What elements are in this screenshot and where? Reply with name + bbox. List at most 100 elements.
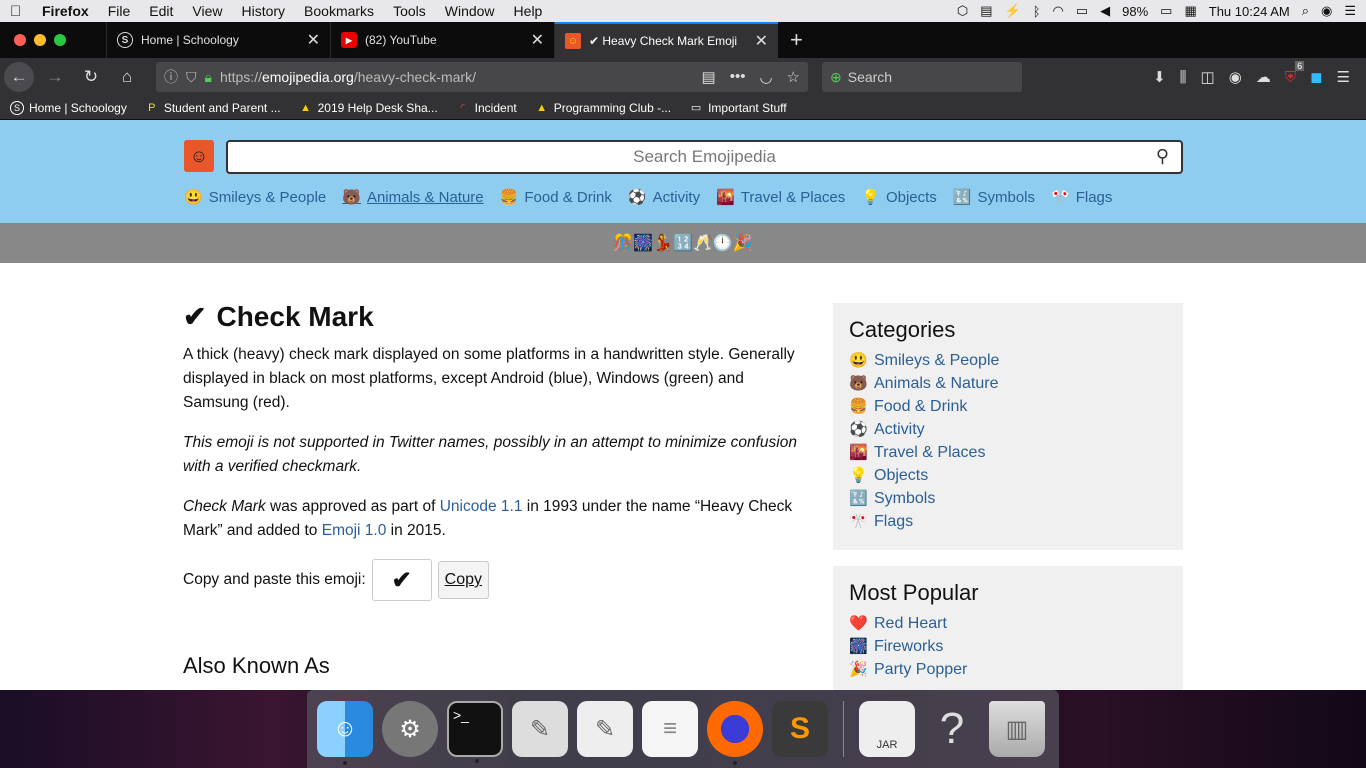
finder-icon[interactable]: ☺ bbox=[317, 701, 373, 765]
category-link[interactable]: Animals & Nature bbox=[874, 372, 999, 395]
tab-youtube[interactable]: ▶ (82) YouTube ✕ bbox=[330, 22, 554, 58]
menu-history[interactable]: History bbox=[241, 3, 285, 19]
url-bar[interactable]: ⓘ ⛉ 🔒︎ https://emojipedia.org/heavy-chec… bbox=[156, 62, 808, 92]
close-tab-icon[interactable]: ✕ bbox=[531, 30, 544, 50]
menu-bookmarks[interactable]: Bookmarks bbox=[304, 3, 374, 19]
bookmark-item[interactable]: ▲ Programming Club -... bbox=[535, 101, 671, 115]
category-item[interactable]: 💡 Objects bbox=[849, 464, 1167, 487]
category-link[interactable]: Activity bbox=[874, 418, 925, 441]
menu-window[interactable]: Window bbox=[445, 3, 495, 19]
category-link[interactable]: Symbols bbox=[874, 487, 935, 510]
pocket-icon[interactable]: ◡ bbox=[759, 68, 772, 86]
new-tab-button[interactable]: + bbox=[778, 22, 815, 58]
bluetooth-icon[interactable]: ᛒ bbox=[1033, 4, 1041, 19]
script-editor-icon[interactable]: ✎ bbox=[512, 701, 568, 757]
site-search-input[interactable]: Search Emojipedia ⚲ bbox=[226, 140, 1183, 174]
cube-icon[interactable]: ⬡ bbox=[957, 3, 968, 19]
category-item[interactable]: 🍔 Food & Drink bbox=[849, 395, 1167, 418]
category-item[interactable]: 🌇 Travel & Places bbox=[849, 441, 1167, 464]
firefox-icon[interactable] bbox=[707, 701, 763, 765]
clock[interactable]: Thu 10:24 AM bbox=[1209, 4, 1290, 19]
unicode-version-link[interactable]: Unicode 1.1 bbox=[440, 498, 523, 515]
close-tab-icon[interactable]: ✕ bbox=[307, 30, 320, 50]
category-item[interactable]: 😃 Smileys & People bbox=[849, 349, 1167, 372]
sidebar-icon[interactable]: ◫ bbox=[1201, 68, 1215, 86]
search-bar[interactable]: ⊕ Search bbox=[822, 62, 1022, 92]
menu-help[interactable]: Help bbox=[514, 3, 543, 19]
volume-icon[interactable]: ◀ bbox=[1100, 3, 1110, 19]
textedit-icon[interactable]: ✎ bbox=[577, 701, 633, 757]
reload-button[interactable]: ↻ bbox=[76, 62, 106, 92]
siri-icon[interactable]: ◉ bbox=[1321, 3, 1332, 19]
close-window-button[interactable] bbox=[14, 34, 26, 46]
nav-animals-nature[interactable]: 🐻 Animals & Nature bbox=[342, 188, 483, 207]
category-link[interactable]: Flags bbox=[874, 510, 913, 533]
nav-travel-places[interactable]: 🌇 Travel & Places bbox=[716, 188, 845, 207]
bookmark-star-icon[interactable]: ☆ bbox=[787, 68, 800, 86]
notification-center-icon[interactable]: ☰ bbox=[1344, 3, 1356, 19]
popular-link[interactable]: Red Heart bbox=[874, 612, 947, 635]
tab-schoology[interactable]: S Home | Schoology ✕ bbox=[106, 22, 330, 58]
reader-view-icon[interactable]: ▤ bbox=[702, 68, 716, 86]
tab-emojipedia[interactable]: ☺ ✔ Heavy Check Mark Emoji ✕ bbox=[554, 22, 778, 58]
textedit-icon[interactable]: ≡ bbox=[642, 701, 698, 757]
category-link[interactable]: Food & Drink bbox=[874, 395, 967, 418]
menu-edit[interactable]: Edit bbox=[149, 3, 173, 19]
account-icon[interactable]: ◉ bbox=[1229, 68, 1242, 86]
shield-icon[interactable]: ⛉ bbox=[186, 69, 197, 86]
system-preferences-icon[interactable]: ⚙ bbox=[382, 701, 438, 757]
magnifier-icon[interactable]: ⚲ bbox=[1156, 146, 1169, 167]
menu-view[interactable]: View bbox=[192, 3, 222, 19]
emojipedia-logo[interactable]: ☺ bbox=[184, 140, 214, 172]
bookmark-item[interactable]: P Student and Parent ... bbox=[145, 101, 280, 115]
unknown-app-icon[interactable]: ? bbox=[924, 701, 980, 757]
menu-file[interactable]: File bbox=[108, 3, 131, 19]
info-icon[interactable]: ⓘ bbox=[164, 67, 178, 87]
menu-hamburger-icon[interactable]: ☰ bbox=[1337, 68, 1350, 86]
category-link[interactable]: Smileys & People bbox=[874, 349, 999, 372]
ublock-icon[interactable]: ⛨ 6 bbox=[1285, 60, 1305, 86]
battery-icon[interactable]: ▭ bbox=[1160, 3, 1172, 19]
category-item[interactable]: 🎌 Flags bbox=[849, 510, 1167, 533]
extension-blue-icon[interactable]: ◼ bbox=[1310, 68, 1322, 86]
minimize-window-button[interactable] bbox=[34, 34, 46, 46]
category-link[interactable]: Travel & Places bbox=[874, 441, 985, 464]
dropbox-icon[interactable]: ▤ bbox=[980, 3, 992, 19]
power-icon[interactable]: ⚡ bbox=[1005, 3, 1021, 19]
menu-tools[interactable]: Tools bbox=[393, 3, 426, 19]
popular-item[interactable]: ❤️ Red Heart bbox=[849, 612, 1167, 635]
url-text[interactable]: https://emojipedia.org/heavy-check-mark/ bbox=[220, 69, 476, 85]
forward-button[interactable]: → bbox=[40, 62, 70, 92]
featured-emoji-band[interactable]: 🎊🎆💃🔢🥂🕛🎉 bbox=[0, 223, 1366, 263]
nav-smileys-people[interactable]: 😃 Smileys & People bbox=[184, 188, 326, 207]
popular-item[interactable]: 🎆 Fireworks bbox=[849, 635, 1167, 658]
download-icon[interactable]: ⬇ bbox=[1153, 68, 1166, 86]
back-button[interactable]: ← bbox=[4, 62, 34, 92]
zoom-window-button[interactable] bbox=[54, 34, 66, 46]
menu-app-name[interactable]: Firefox bbox=[42, 3, 89, 19]
extension-icon[interactable]: ☁ bbox=[1256, 68, 1271, 86]
featured-emojis[interactable]: 🎊🎆💃🔢🥂🕛🎉 bbox=[613, 233, 752, 253]
bookmark-item[interactable]: ▭ Important Stuff bbox=[689, 101, 787, 115]
nav-symbols[interactable]: 🔣 Symbols bbox=[953, 188, 1035, 207]
copy-emoji-field[interactable]: ✔ bbox=[371, 559, 432, 601]
category-item[interactable]: 🐻 Animals & Nature bbox=[849, 372, 1167, 395]
page-actions-icon[interactable]: ••• bbox=[730, 68, 746, 86]
category-link[interactable]: Objects bbox=[874, 464, 928, 487]
nav-objects[interactable]: 💡 Objects bbox=[861, 188, 937, 207]
nav-food-drink[interactable]: 🍔 Food & Drink bbox=[500, 188, 612, 207]
jar-launcher-icon[interactable]: JAR bbox=[859, 701, 915, 757]
popular-item[interactable]: 🎉 Party Popper bbox=[849, 658, 1167, 681]
popular-link[interactable]: Party Popper bbox=[874, 658, 967, 681]
library-icon[interactable]: ⫼ bbox=[1180, 69, 1187, 86]
popular-link[interactable]: Fireworks bbox=[874, 635, 943, 658]
bookmark-item[interactable]: ▲ 2019 Help Desk Sha... bbox=[299, 101, 438, 115]
apple-icon[interactable]:  bbox=[10, 3, 28, 20]
flag-icon[interactable]: ▦ bbox=[1184, 3, 1196, 19]
category-item[interactable]: ⚽ Activity bbox=[849, 418, 1167, 441]
nav-activity[interactable]: ⚽ Activity bbox=[628, 188, 700, 207]
terminal-icon[interactable]: >_ bbox=[447, 701, 503, 763]
category-item[interactable]: 🔣 Symbols bbox=[849, 487, 1167, 510]
spotlight-icon[interactable]: ⌕ bbox=[1302, 3, 1309, 19]
bookmark-item[interactable]: ◜ Incident bbox=[456, 101, 517, 115]
